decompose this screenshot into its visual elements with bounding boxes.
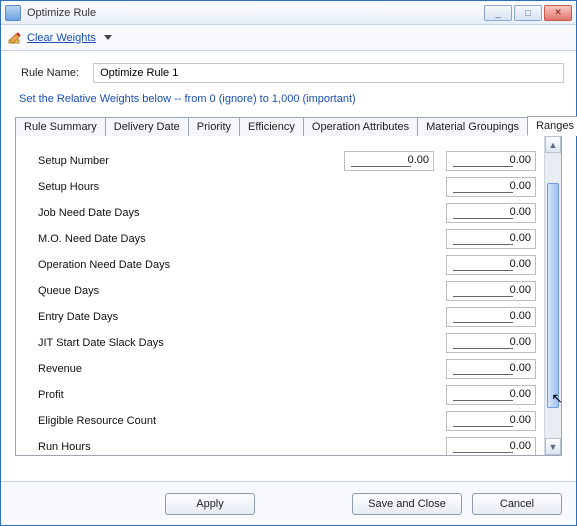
toolbar: Clear Weights xyxy=(1,25,576,51)
field-value: 0.00 xyxy=(510,414,531,426)
range-high-input[interactable]: 0.00 xyxy=(446,359,536,379)
range-high-input[interactable]: 0.00 xyxy=(446,281,536,301)
field-label: M.O. Need Date Days xyxy=(38,233,332,245)
field-row: Profit 0.00 xyxy=(38,382,536,408)
field-label: Setup Hours xyxy=(38,181,332,193)
field-label: Run Hours xyxy=(38,441,332,453)
field-value: 0.00 xyxy=(510,232,531,244)
field-row: Setup Number 0.00 0.00 xyxy=(38,148,536,174)
field-row: JIT Start Date Slack Days 0.00 xyxy=(38,330,536,356)
minimize-icon: _ xyxy=(495,8,500,18)
tab-priority[interactable]: Priority xyxy=(188,117,240,136)
rule-name-input[interactable] xyxy=(93,63,564,83)
range-high-input[interactable]: 0.00 xyxy=(446,411,536,431)
clear-weights-icon xyxy=(7,30,23,46)
field-value: 0.00 xyxy=(510,206,531,218)
range-high-input[interactable]: 0.00 xyxy=(446,333,536,353)
scroll-thumb[interactable] xyxy=(547,183,559,408)
field-label: Operation Need Date Days xyxy=(38,259,332,271)
tab-panel-ranges: Setup Number0.000.00Setup Hours0.00Job N… xyxy=(16,136,544,455)
field-value: 0.00 xyxy=(510,440,531,452)
app-icon xyxy=(5,5,21,21)
range-high-input[interactable]: 0.00 xyxy=(446,437,536,455)
tab-ranges[interactable]: Ranges xyxy=(527,116,577,136)
close-button[interactable]: ✕ xyxy=(544,5,572,21)
weights-hint: Set the Relative Weights below -- from 0… xyxy=(19,93,564,105)
scroll-up-button[interactable]: ▲ xyxy=(545,136,561,153)
scroll-down-button[interactable]: ▼ xyxy=(545,438,561,455)
close-icon: ✕ xyxy=(554,7,562,18)
field-label: JIT Start Date Slack Days xyxy=(38,337,332,349)
field-value: 0.00 xyxy=(510,310,531,322)
field-value: 0.00 xyxy=(510,284,531,296)
dropdown-caret-icon[interactable] xyxy=(104,35,112,40)
field-value: 0.00 xyxy=(510,362,531,374)
cancel-button[interactable]: Cancel xyxy=(472,493,562,515)
field-label: Profit xyxy=(38,389,332,401)
range-high-input[interactable]: 0.00 xyxy=(446,307,536,327)
range-high-input[interactable]: 0.00 xyxy=(446,151,536,171)
maximize-button[interactable]: □ xyxy=(514,5,542,21)
tab-rule-summary[interactable]: Rule Summary xyxy=(15,117,106,136)
field-row: Revenue 0.00 xyxy=(38,356,536,382)
window-title: Optimize Rule xyxy=(27,7,484,19)
cancel-label: Cancel xyxy=(500,498,534,510)
field-value: 0.00 xyxy=(510,336,531,348)
save-and-close-button[interactable]: Save and Close xyxy=(352,493,462,515)
field-label: Entry Date Days xyxy=(38,311,332,323)
range-low-input[interactable]: 0.00 xyxy=(344,151,434,171)
field-label: Setup Number xyxy=(38,155,332,167)
field-row: Eligible Resource Count 0.00 xyxy=(38,408,536,434)
field-label: Job Need Date Days xyxy=(38,207,332,219)
field-row: Setup Hours 0.00 xyxy=(38,174,536,200)
field-row: Run Hours 0.00 xyxy=(38,434,536,455)
range-high-input[interactable]: 0.00 xyxy=(446,385,536,405)
field-label: Queue Days xyxy=(38,285,332,297)
scroll-track[interactable] xyxy=(545,153,561,438)
field-value: 0.00 xyxy=(408,154,429,166)
tab-delivery-date[interactable]: Delivery Date xyxy=(105,117,189,136)
field-row: Operation Need Date Days 0.00 xyxy=(38,252,536,278)
tabstrip: Rule SummaryDelivery DatePriorityEfficie… xyxy=(15,115,562,136)
field-row: Entry Date Days 0.00 xyxy=(38,304,536,330)
maximize-icon: □ xyxy=(525,8,530,18)
range-high-input[interactable]: 0.00 xyxy=(446,229,536,249)
field-value: 0.00 xyxy=(510,388,531,400)
minimize-button[interactable]: _ xyxy=(484,5,512,21)
field-row: Job Need Date Days 0.00 xyxy=(38,200,536,226)
field-value: 0.00 xyxy=(510,180,531,192)
tab-operation-attributes[interactable]: Operation Attributes xyxy=(303,117,418,136)
range-high-input[interactable]: 0.00 xyxy=(446,255,536,275)
titlebar[interactable]: Optimize Rule _ □ ✕ xyxy=(1,1,576,25)
field-label: Revenue xyxy=(38,363,332,375)
field-value: 0.00 xyxy=(510,154,531,166)
vertical-scrollbar[interactable]: ▲ ▼ xyxy=(544,136,561,455)
range-high-input[interactable]: 0.00 xyxy=(446,177,536,197)
apply-button[interactable]: Apply xyxy=(165,493,255,515)
apply-label: Apply xyxy=(196,498,224,510)
field-row: M.O. Need Date Days 0.00 xyxy=(38,226,536,252)
field-row: Queue Days 0.00 xyxy=(38,278,536,304)
rule-name-label: Rule Name: xyxy=(21,67,79,79)
field-value: 0.00 xyxy=(510,258,531,270)
range-high-input[interactable]: 0.00 xyxy=(446,203,536,223)
clear-weights-link[interactable]: Clear Weights xyxy=(27,32,96,44)
save-close-label: Save and Close xyxy=(368,498,446,510)
field-label: Eligible Resource Count xyxy=(38,415,332,427)
tab-efficiency[interactable]: Efficiency xyxy=(239,117,304,136)
footer: Apply Save and Close Cancel xyxy=(1,481,576,525)
tab-material-groupings[interactable]: Material Groupings xyxy=(417,117,528,136)
